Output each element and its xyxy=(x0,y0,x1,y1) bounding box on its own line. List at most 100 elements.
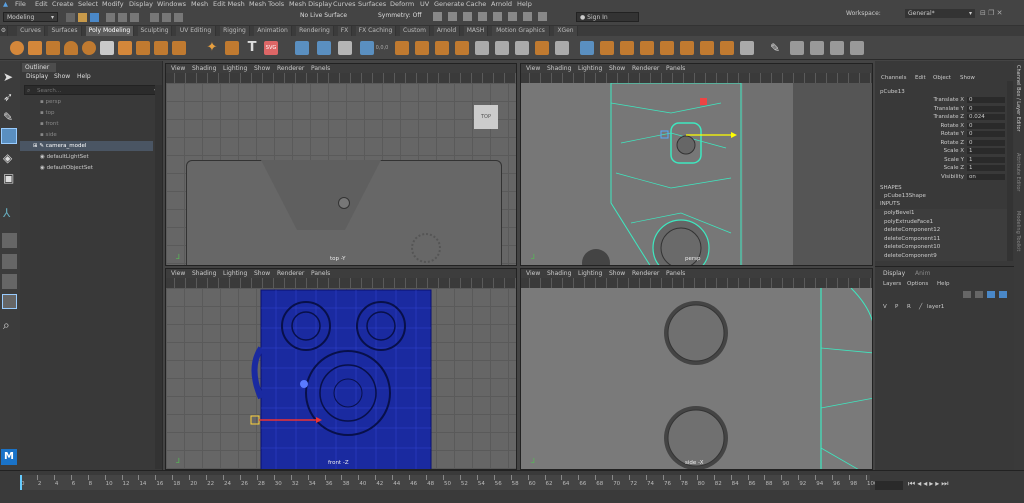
current-frame-field[interactable] xyxy=(875,481,903,490)
tab-fx[interactable]: FX xyxy=(338,26,352,36)
tab-poly-modeling[interactable]: Poly Modeling xyxy=(86,26,134,36)
list-item[interactable]: ◉ defaultObjectSet xyxy=(40,163,93,173)
vp-menu-show[interactable]: Show xyxy=(609,269,625,278)
tab-rigging[interactable]: Rigging xyxy=(220,26,250,36)
tab-fx-caching[interactable]: FX Caching xyxy=(356,26,396,36)
menu-windows[interactable]: Windows xyxy=(157,0,186,9)
vp-menu-panels[interactable]: Panels xyxy=(311,64,330,73)
layer-menu-help[interactable]: Help xyxy=(937,281,950,287)
sign-in-button[interactable]: ● Sign In xyxy=(576,12,639,22)
magnifier-icon[interactable]: ⌕ xyxy=(3,318,10,333)
vp-menu-renderer[interactable]: Renderer xyxy=(277,269,304,278)
vp-menu-panels[interactable]: Panels xyxy=(311,269,330,278)
layer-up-icon[interactable] xyxy=(963,291,971,298)
edge-flow-icon[interactable] xyxy=(700,41,714,55)
poke-icon[interactable] xyxy=(535,41,549,55)
poly-cone-icon[interactable] xyxy=(64,41,78,55)
target-weld-icon[interactable] xyxy=(660,41,674,55)
attr-value[interactable]: 1 xyxy=(967,165,1005,171)
vp-menu-shading[interactable]: Shading xyxy=(192,269,216,278)
list-item[interactable]: ▪ front xyxy=(40,119,59,129)
viewport-canvas[interactable]: ⅃ persp xyxy=(521,83,872,265)
timeline-track[interactable]: 0 2 4 6 8 10 12 14 16 18 20 22 24 26 28 30 32 34 36 38 40 42 4… xyxy=(20,475,878,490)
select-object-icon[interactable] xyxy=(118,13,127,22)
attr-row[interactable]: Scale Z1 xyxy=(875,165,1014,174)
tab-display[interactable]: Display xyxy=(883,270,905,277)
vp-menu-show[interactable]: Show xyxy=(254,269,270,278)
ipr-render-icon[interactable] xyxy=(463,12,472,21)
attr-row[interactable]: Translate Z 0.024 xyxy=(875,114,1014,123)
move-tool-icon[interactable] xyxy=(1,128,17,144)
outliner-tab[interactable]: Outliner xyxy=(22,63,56,72)
list-item-selected[interactable]: ⊞ ✎ camera_model xyxy=(20,141,153,151)
wedge-icon[interactable] xyxy=(555,41,569,55)
object-name[interactable]: pCube13 xyxy=(880,89,905,95)
snap-grid-icon[interactable] xyxy=(150,13,159,22)
retopo-icon[interactable] xyxy=(850,41,864,55)
combine-icon[interactable] xyxy=(295,41,309,55)
vp-menu-shading[interactable]: Shading xyxy=(192,64,216,73)
connect-icon[interactable] xyxy=(640,41,654,55)
tab-modeling-toolkit[interactable]: Modeling Toolkit xyxy=(1015,211,1021,251)
bevel-edge-icon[interactable] xyxy=(455,41,469,55)
paint-icon[interactable] xyxy=(810,41,824,55)
boolean-union-icon[interactable] xyxy=(360,41,374,55)
attr-value[interactable]: 0 xyxy=(967,97,1005,103)
input-item[interactable]: polyExtrudeFace1 xyxy=(884,219,933,225)
live-surface-label[interactable]: No Live Surface xyxy=(300,12,347,19)
extrude-icon[interactable] xyxy=(395,41,409,55)
layer-row[interactable]: V P R ╱ layer1 xyxy=(879,304,1007,313)
menu-display[interactable]: Display xyxy=(129,0,153,9)
tab-xgen[interactable]: XGen xyxy=(554,26,578,36)
open-scene-icon[interactable] xyxy=(78,13,87,22)
layer-down-icon[interactable] xyxy=(975,291,983,298)
tab-channel-box[interactable]: Channel Box / Layer Editor xyxy=(1015,65,1021,132)
attr-value[interactable]: 0.024 xyxy=(967,114,1005,120)
vp-menu-view[interactable]: View xyxy=(526,269,540,278)
separate-icon[interactable] xyxy=(317,41,331,55)
vp-menu-shading[interactable]: Shading xyxy=(547,269,571,278)
search-input[interactable] xyxy=(37,86,147,95)
viewport-top[interactable]: View Shading Lighting Show Renderer Pane… xyxy=(165,63,517,266)
offset-edge-loop-icon[interactable] xyxy=(620,41,634,55)
poly-cylinder-icon[interactable] xyxy=(46,41,60,55)
attr-value[interactable]: 0 xyxy=(967,131,1005,137)
tab-sculpting[interactable]: Sculpting xyxy=(138,26,172,36)
channel-menu-edit[interactable]: Edit xyxy=(915,73,926,83)
tab-attribute-editor[interactable]: Attribute Editor xyxy=(1015,153,1021,191)
outliner-scrollbar[interactable] xyxy=(155,85,162,469)
layer-render-toggle[interactable]: R xyxy=(907,304,911,310)
bevel-icon[interactable] xyxy=(435,41,449,55)
layer-menu-layers[interactable]: Layers xyxy=(883,281,901,287)
attr-row[interactable]: Rotate Y0 xyxy=(875,131,1014,140)
list-item[interactable]: ▪ side xyxy=(40,130,57,140)
attr-value[interactable]: 0 xyxy=(967,122,1005,129)
vp-menu-lighting[interactable]: Lighting xyxy=(223,64,247,73)
uv-editor-icon[interactable] xyxy=(790,41,804,55)
hypershade-icon[interactable] xyxy=(493,12,502,21)
vp-menu-renderer[interactable]: Renderer xyxy=(632,64,659,73)
vp-menu-renderer[interactable]: Renderer xyxy=(632,269,659,278)
render-settings-icon[interactable] xyxy=(478,12,487,21)
playback-controls[interactable]: ⏮◂◂▸▸⏭ xyxy=(908,479,950,489)
attr-value[interactable]: 0 xyxy=(967,105,1005,112)
tab-rendering[interactable]: Rendering xyxy=(296,26,334,36)
tab-motion-graphics[interactable]: Motion Graphics xyxy=(492,26,550,36)
menu-mesh-tools[interactable]: Mesh Tools xyxy=(249,0,284,9)
poly-helix-icon[interactable] xyxy=(154,41,168,55)
two-view-icon[interactable] xyxy=(2,274,17,289)
tab-curves[interactable]: Curves xyxy=(17,26,45,36)
viewport-canvas[interactable]: ⅃ front -Z xyxy=(166,288,516,469)
outliner-layout-icon[interactable] xyxy=(2,294,17,309)
vp-menu-view[interactable]: View xyxy=(171,269,185,278)
vp-menu-shading[interactable]: Shading xyxy=(547,64,571,73)
lasso-tool-icon[interactable]: ➶ xyxy=(3,90,13,104)
vp-menu-view[interactable]: View xyxy=(171,64,185,73)
append-polygon-icon[interactable] xyxy=(495,41,509,55)
outliner-menu-show[interactable]: Show xyxy=(54,72,70,81)
poly-sphere-icon[interactable] xyxy=(10,41,24,55)
menu-generate[interactable]: Generate xyxy=(434,0,464,9)
list-item[interactable]: ◉ defaultLightSet xyxy=(40,152,89,162)
render-frame-icon[interactable] xyxy=(448,12,457,21)
select-tool-icon[interactable]: ➤ xyxy=(3,70,13,84)
